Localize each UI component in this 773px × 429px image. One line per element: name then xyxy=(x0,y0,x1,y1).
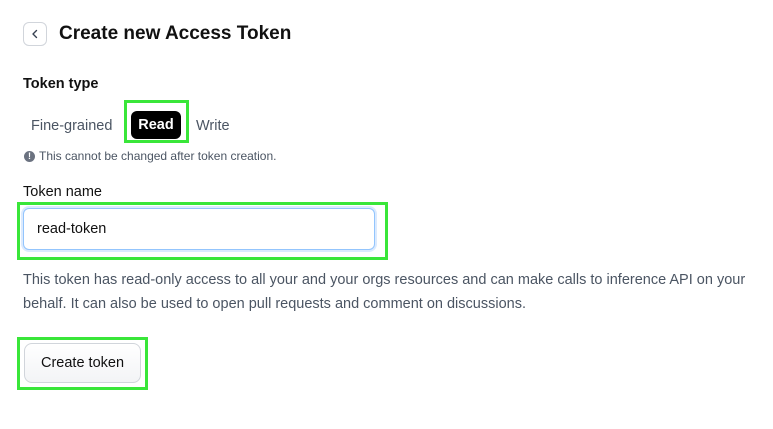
back-button[interactable] xyxy=(23,22,47,46)
create-token-button[interactable]: Create token xyxy=(24,343,141,383)
token-name-input[interactable] xyxy=(23,208,375,250)
token-type-note: ! This cannot be changed after token cre… xyxy=(24,149,277,163)
token-type-fine-grained[interactable]: Fine-grained xyxy=(31,112,112,140)
page-title: Create new Access Token xyxy=(59,23,292,44)
token-type-label: Token type xyxy=(23,76,99,92)
token-type-read[interactable]: Read xyxy=(131,111,181,139)
chevron-left-icon xyxy=(32,29,38,39)
token-description: This token has read-only access to all y… xyxy=(23,272,746,312)
create-token-page: Create new Access Token Token type Fine-… xyxy=(0,0,773,429)
token-type-note-text: This cannot be changed after token creat… xyxy=(39,149,277,163)
token-name-label: Token name xyxy=(23,184,102,200)
token-type-write[interactable]: Write xyxy=(196,112,230,140)
info-icon: ! xyxy=(24,150,35,162)
